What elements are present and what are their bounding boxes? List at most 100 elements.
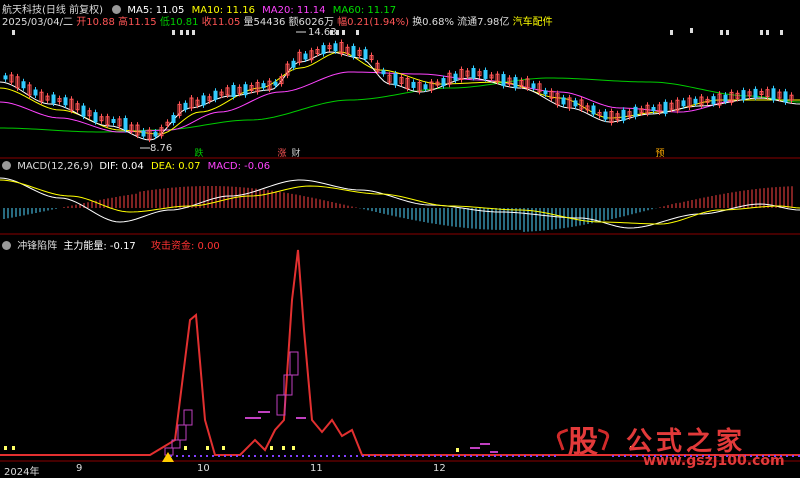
macd-value: MACD: -0.06: [207, 161, 271, 172]
candle-body: [711, 96, 716, 105]
signal-block: [282, 446, 285, 450]
baseline-dot: [194, 455, 196, 457]
attack-fund-value: 攻击资金: 0.00: [150, 241, 220, 252]
header-block-mark: [172, 30, 175, 35]
baseline-dot: [242, 455, 244, 457]
quote-turnover: 换0.68%: [412, 17, 454, 28]
event-marker-forecast[interactable]: 预: [654, 148, 666, 160]
main-force-value: 主力能量: -0.17: [63, 241, 136, 252]
attack-fund-box: [183, 409, 193, 426]
baseline-dot: [266, 455, 268, 457]
quote-float-cap: 流通7.98亿: [457, 17, 510, 28]
baseline-dot: [792, 455, 794, 457]
quote-sector[interactable]: 汽车配件: [513, 17, 553, 28]
candle-body: [21, 81, 26, 89]
baseline-dot: [416, 455, 418, 457]
macd-settings-icon[interactable]: [2, 161, 11, 170]
baseline-dot: [410, 455, 412, 457]
baseline-dot: [200, 455, 202, 457]
baseline-dot: [488, 455, 490, 457]
baseline-dot: [612, 455, 614, 457]
baseline-dot: [212, 455, 214, 457]
event-marker-finance[interactable]: 财: [290, 148, 302, 160]
candle-body: [183, 102, 188, 110]
candle-body: [213, 90, 218, 100]
baseline-dot: [452, 455, 454, 457]
baseline-dot: [308, 455, 310, 457]
baseline-dot: [284, 455, 286, 457]
candle-body: [513, 77, 518, 89]
indicator-settings-icon[interactable]: [2, 241, 11, 250]
quote-bar: 2025/03/04/二 开10.88 高11.15 低10.81 收11.05…: [2, 13, 553, 28]
baseline-dot: [272, 455, 274, 457]
baseline-dot: [290, 455, 292, 457]
baseline-dot: [524, 455, 526, 457]
baseline-dot: [182, 455, 184, 457]
event-marker-rise[interactable]: 涨: [276, 148, 288, 160]
watermark-logo: 股: [555, 422, 611, 466]
baseline-dot: [302, 455, 304, 457]
event-marker-fall[interactable]: 跌: [193, 148, 205, 160]
candle-body: [681, 100, 686, 107]
signal-block: [270, 446, 273, 450]
candle-body: [483, 69, 488, 79]
baseline-dot: [248, 455, 250, 457]
baseline-dot: [188, 455, 190, 457]
attack-fund-box: [177, 424, 187, 441]
candle-body: [603, 111, 608, 120]
candle-body: [771, 88, 776, 101]
baseline-dot: [236, 455, 238, 457]
baseline-dot: [362, 455, 364, 457]
x-tick-nov: 11: [310, 463, 323, 474]
candle-body: [501, 74, 506, 87]
candle-body: [591, 105, 596, 115]
baseline-dot: [386, 455, 388, 457]
baseline-dot: [446, 455, 448, 457]
signal-block: [292, 446, 295, 450]
signal-block: [222, 446, 225, 450]
candle-body: [783, 91, 788, 103]
candle-body: [741, 90, 746, 101]
candle-body: [663, 101, 668, 114]
baseline-dot: [542, 455, 544, 457]
candle-body: [471, 68, 476, 78]
quote-volume: 量54436: [243, 17, 286, 28]
baseline-dot: [338, 455, 340, 457]
header-block-mark: [342, 30, 345, 35]
macd-title[interactable]: MACD(12,26,9): [17, 161, 93, 172]
candle-body: [51, 94, 56, 104]
indicator-title[interactable]: 冲锋陷阵: [17, 241, 57, 252]
baseline-dot: [470, 455, 472, 457]
candle-body: [531, 83, 536, 89]
header-block-mark: [766, 30, 769, 35]
x-tick-oct: 10: [197, 463, 210, 474]
baseline-dot: [422, 455, 424, 457]
x-tick-dec: 12: [433, 463, 446, 474]
baseline-dot: [326, 455, 328, 457]
candle-body: [621, 109, 626, 121]
candle-body: [201, 95, 206, 106]
quote-low: 低10.81: [159, 17, 199, 28]
watermark-url: www.gszj100.com: [643, 453, 785, 469]
candle-body: [453, 73, 458, 81]
baseline-dot: [224, 455, 226, 457]
baseline-dot: [332, 455, 334, 457]
candle-body: [573, 100, 578, 107]
signal-block: [184, 446, 187, 450]
candle-body: [411, 81, 416, 88]
baseline-dot: [254, 455, 256, 457]
candle-body: [441, 78, 446, 87]
candle-body: [651, 107, 656, 111]
header-block-mark: [192, 30, 195, 35]
candle-body: [243, 84, 248, 96]
header-block-mark: [180, 30, 183, 35]
baseline-dot: [176, 455, 178, 457]
header-block-mark: [186, 30, 189, 35]
baseline-dot: [404, 455, 406, 457]
baseline-dot: [296, 455, 298, 457]
baseline-dot: [618, 455, 620, 457]
header-block-mark: [760, 30, 763, 35]
candle-body: [93, 112, 98, 123]
logo-char: 股: [568, 425, 598, 460]
high-price-label: 14.63: [308, 27, 337, 38]
